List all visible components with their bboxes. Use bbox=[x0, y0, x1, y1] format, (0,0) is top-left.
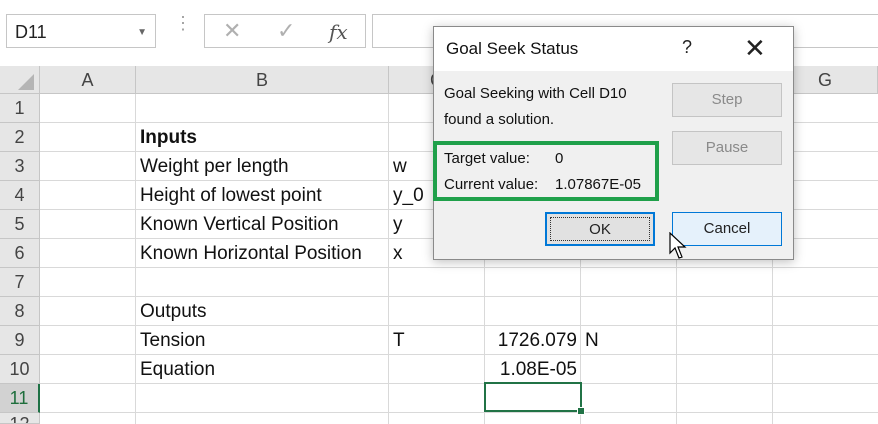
row-header-9[interactable]: 9 bbox=[0, 326, 40, 355]
insert-function-icon[interactable]: fx bbox=[329, 20, 348, 44]
cell-c3[interactable]: w bbox=[393, 152, 407, 181]
cancel-icon[interactable]: ✕ bbox=[223, 18, 241, 44]
cell-d10[interactable]: 1.08E-05 bbox=[485, 355, 577, 384]
cell-c9[interactable]: T bbox=[393, 326, 405, 355]
select-all-corner[interactable] bbox=[0, 66, 40, 94]
column-header-b[interactable]: B bbox=[136, 66, 389, 94]
ok-button-label: OK bbox=[589, 221, 611, 238]
dialog-title: Goal Seek Status bbox=[446, 39, 579, 58]
select-all-icon bbox=[18, 74, 34, 90]
cell-c6[interactable]: x bbox=[393, 239, 403, 268]
name-box-value: D11 bbox=[15, 22, 47, 42]
step-button[interactable]: Step bbox=[672, 83, 782, 117]
formula-buttons: ✕ ✓ fx bbox=[204, 14, 366, 48]
enter-icon[interactable]: ✓ bbox=[277, 18, 295, 44]
row-header-8[interactable]: 8 bbox=[0, 297, 40, 326]
cell-d9[interactable]: 1726.079 bbox=[485, 326, 577, 355]
chevron-down-icon[interactable]: ▼ bbox=[137, 27, 147, 38]
row-header-7[interactable]: 7 bbox=[0, 268, 40, 297]
row-header-6[interactable]: 6 bbox=[0, 239, 40, 268]
selected-cell-d11[interactable] bbox=[484, 382, 582, 412]
row-header-10[interactable]: 10 bbox=[0, 355, 40, 384]
row-header-3[interactable]: 3 bbox=[0, 152, 40, 181]
close-icon[interactable]: ✕ bbox=[744, 33, 766, 64]
row-header-1[interactable]: 1 bbox=[0, 94, 40, 123]
gridline bbox=[135, 94, 136, 424]
column-header-a[interactable]: A bbox=[40, 66, 136, 94]
gridline bbox=[40, 412, 878, 413]
row-header-12[interactable]: 12 bbox=[0, 413, 40, 424]
cell-b4[interactable]: Height of lowest point bbox=[140, 181, 322, 210]
fill-handle[interactable] bbox=[577, 407, 585, 415]
dialog-titlebar[interactable]: Goal Seek Status ? ✕ bbox=[434, 27, 793, 71]
cell-c5[interactable]: y bbox=[393, 210, 403, 239]
cell-e9[interactable]: N bbox=[585, 326, 599, 355]
gridline bbox=[388, 94, 389, 424]
cell-b9[interactable]: Tension bbox=[140, 326, 206, 355]
highlight-box bbox=[433, 141, 659, 201]
row-header-5[interactable]: 5 bbox=[0, 210, 40, 239]
row-header-4[interactable]: 4 bbox=[0, 181, 40, 210]
cell-b3[interactable]: Weight per length bbox=[140, 152, 289, 181]
row-header-11[interactable]: 11 bbox=[0, 384, 40, 413]
cell-b8[interactable]: Outputs bbox=[140, 297, 207, 326]
cell-b5[interactable]: Known Vertical Position bbox=[140, 210, 339, 239]
row-header-2[interactable]: 2 bbox=[0, 123, 40, 152]
cell-b6[interactable]: Known Horizontal Position bbox=[140, 239, 362, 268]
mouse-cursor-icon bbox=[669, 232, 687, 259]
help-icon[interactable]: ? bbox=[682, 37, 692, 58]
dialog-message-line1: Goal Seeking with Cell D10 bbox=[444, 85, 627, 102]
drag-handle-icon[interactable]: ⋮ bbox=[174, 14, 192, 32]
cell-b10[interactable]: Equation bbox=[140, 355, 215, 384]
name-box[interactable]: D11 ▼ bbox=[6, 14, 156, 48]
cell-c4[interactable]: y_0 bbox=[393, 181, 424, 210]
ok-button[interactable]: OK bbox=[545, 212, 655, 246]
dialog-message-line2: found a solution. bbox=[444, 111, 555, 128]
cell-b2[interactable]: Inputs bbox=[140, 123, 197, 152]
pause-button[interactable]: Pause bbox=[672, 131, 782, 165]
